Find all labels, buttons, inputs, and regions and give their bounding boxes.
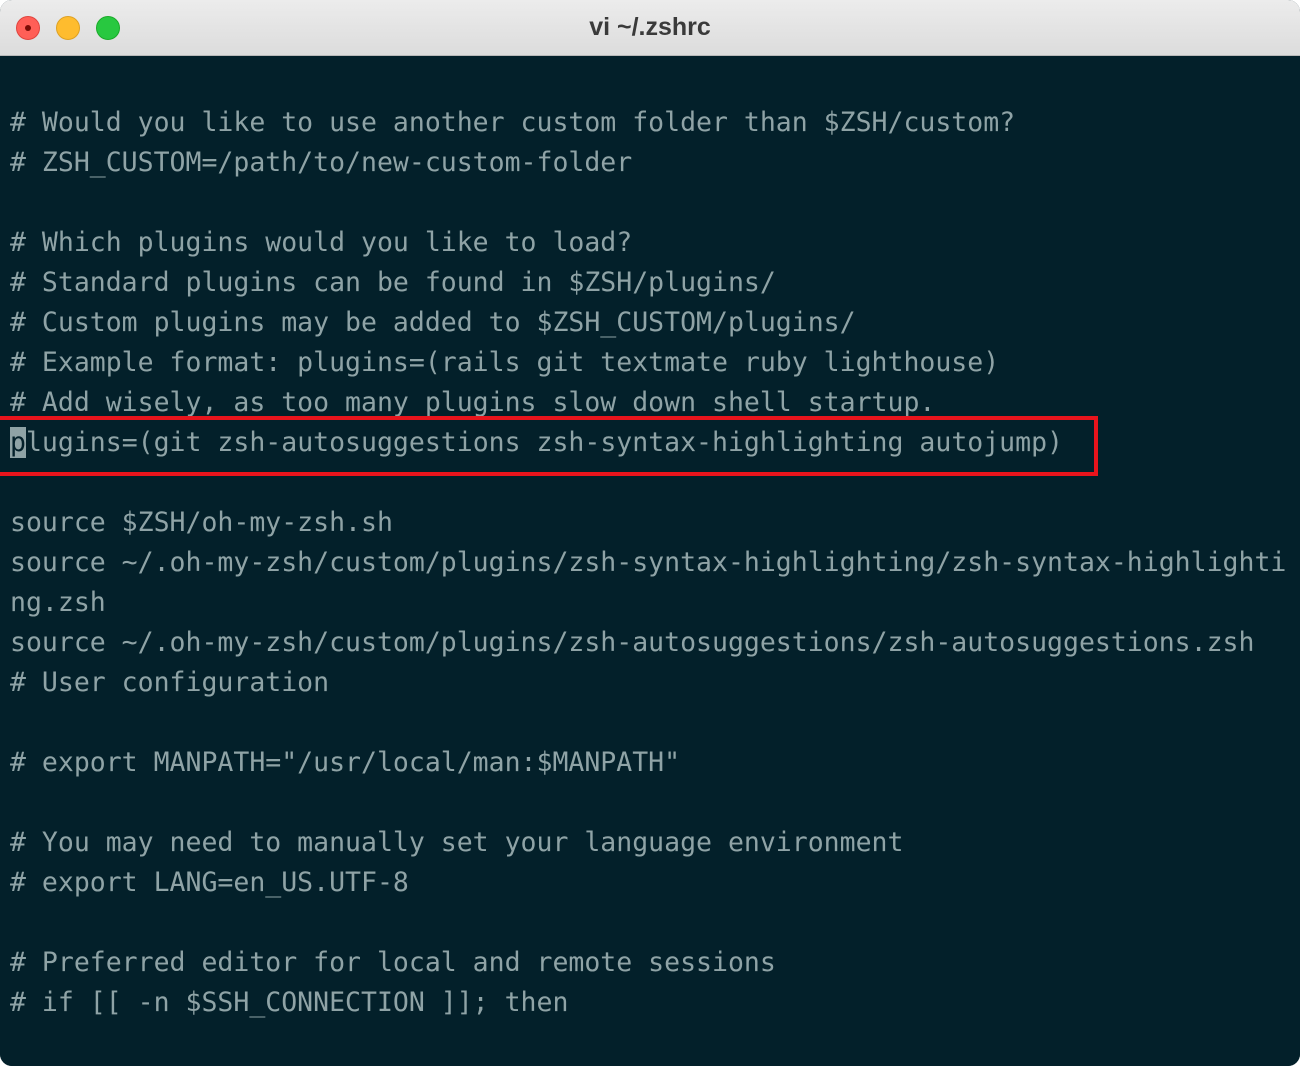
window-title: vi ~/.zshrc: [589, 13, 711, 41]
buffer-line: source ~/.oh-my-zsh/custom/plugins/zsh-s…: [10, 547, 1287, 578]
title-bar[interactable]: vi ~/.zshrc: [0, 0, 1300, 56]
terminal-window: vi ~/.zshrc # Would you like to use anot…: [0, 0, 1300, 1066]
buffer-line: # ZSH_CUSTOM=/path/to/new-custom-folder: [10, 147, 633, 178]
annotation-highlight-box: [0, 416, 1098, 476]
buffer-line: source ~/.oh-my-zsh/custom/plugins/zsh-a…: [10, 627, 1255, 658]
buffer-line: # You may need to manually set your lang…: [10, 827, 904, 858]
buffer-line: # Would you like to use another custom f…: [10, 107, 1016, 138]
buffer-line: # Example format: plugins=(rails git tex…: [10, 347, 1000, 378]
buffer-line: # Custom plugins may be added to $ZSH_CU…: [10, 307, 856, 338]
buffer-line: # if [[ -n $SSH_CONNECTION ]]; then: [10, 987, 569, 1018]
vi-editor-buffer[interactable]: # Would you like to use another custom f…: [0, 56, 1300, 1066]
buffer-line: # Which plugins would you like to load?: [10, 227, 633, 258]
buffer-line: # export LANG=en_US.UTF-8: [10, 867, 409, 898]
buffer-line: # User configuration: [10, 667, 330, 698]
buffer-line: # Preferred editor for local and remote …: [10, 947, 776, 978]
buffer-line: ng.zsh: [10, 587, 106, 618]
buffer-line: # export MANPATH="/usr/local/man:$MANPAT…: [10, 747, 681, 778]
buffer-line: source $ZSH/oh-my-zsh.sh: [10, 507, 393, 538]
buffer-line: # Standard plugins can be found in $ZSH/…: [10, 267, 776, 298]
